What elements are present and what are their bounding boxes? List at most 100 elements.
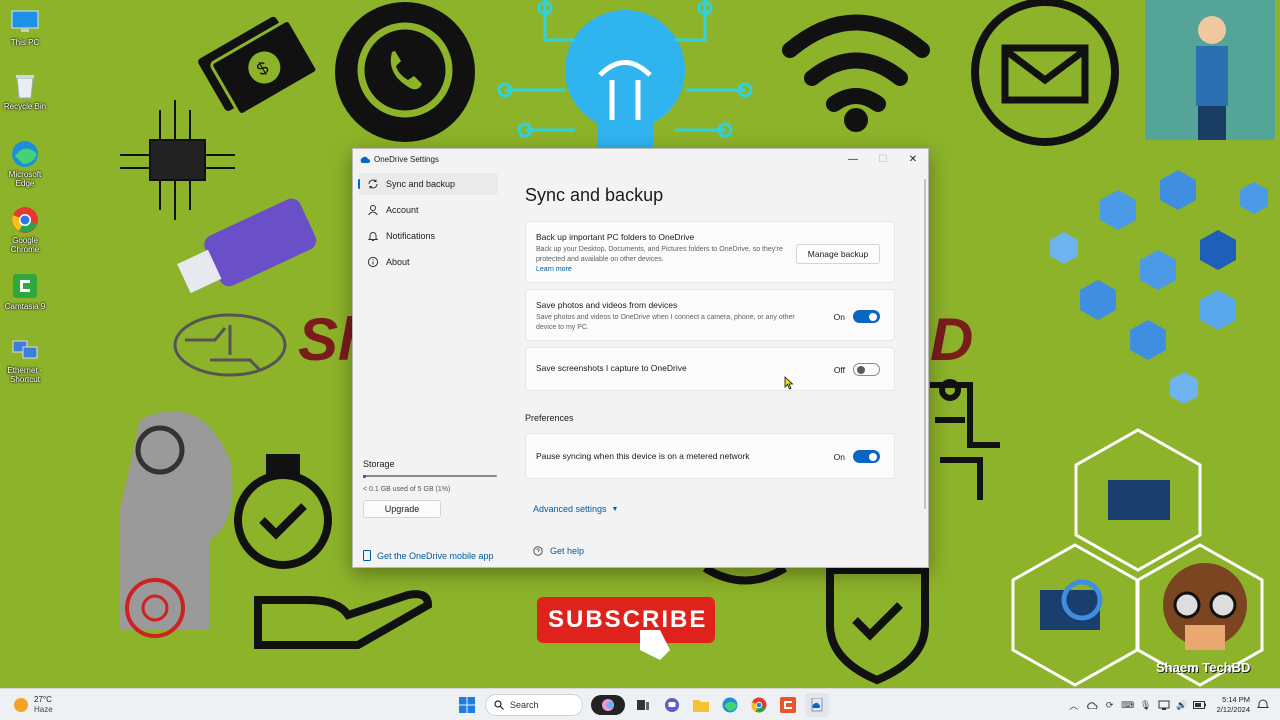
taskbar-search-box[interactable]: Search [485, 694, 583, 716]
get-help-label: Get help [550, 546, 585, 556]
photos-description: Save photos and videos to OneDrive when … [536, 314, 795, 331]
shield-check-icon [826, 566, 929, 685]
network-icon[interactable] [1157, 698, 1171, 712]
chevron-up-icon[interactable]: ︿ [1067, 698, 1081, 712]
chrome-taskbar-button[interactable] [747, 693, 771, 717]
recycle-bin-icon [10, 72, 40, 100]
get-help-link[interactable]: Get help [533, 546, 584, 556]
backup-description: Back up your Desktop, Documents, and Pic… [536, 246, 783, 263]
desktop-icon-this-pc[interactable]: This PC [2, 8, 48, 47]
photos-toggle-group: On [834, 310, 880, 323]
edge-taskbar-button[interactable] [718, 693, 742, 717]
clock-time: 5:14 PM [1222, 695, 1250, 704]
photos-toggle[interactable] [853, 310, 880, 323]
desktop-icon-label: Camtasia 9 [4, 302, 46, 311]
edge-icon [10, 140, 40, 168]
desktop-icon-label: Ethernet - Shortcut [7, 366, 43, 384]
edge-icon [722, 697, 737, 713]
sidebar-item-account[interactable]: Account [358, 199, 498, 221]
weather-widget[interactable]: 27°C Haze [14, 695, 53, 715]
info-icon [367, 256, 379, 268]
hand-icon [254, 590, 433, 649]
desktop-icon-recycle-bin[interactable]: Recycle Bin [2, 72, 48, 111]
taskbar-clock[interactable]: 5:14 PM 2/12/2024 [1217, 695, 1250, 715]
desktop-icon-edge[interactable]: Microsoft Edge [2, 140, 48, 188]
metered-toggle-state: On [833, 451, 845, 462]
photos-heading: Save photos and videos from devices [536, 300, 678, 310]
desktop-icon-label: Recycle Bin [3, 102, 47, 111]
close-button[interactable]: ✕ [898, 149, 928, 169]
metered-toggle[interactable] [853, 450, 880, 463]
vr-person-image [1145, 0, 1275, 140]
sidebar-item-notifications[interactable]: Notifications [358, 225, 498, 247]
file-explorer-button[interactable] [689, 693, 713, 717]
minimize-button[interactable]: — [838, 149, 868, 169]
keyboard-icon[interactable]: ⌨ [1121, 698, 1135, 712]
storage-title: Storage [363, 459, 395, 469]
brain-icon [173, 313, 287, 377]
desktop-icon-ethernet[interactable]: Ethernet - Shortcut [2, 336, 48, 384]
monitor-icon [10, 8, 40, 36]
sidebar-item-sync-and-backup[interactable]: Sync and backup [358, 173, 498, 195]
mouse-cursor-icon [784, 376, 794, 390]
storage-section: Storage < 0.1 GB used of 5 GB (1%) Upgra… [363, 459, 497, 518]
money-icon: $ [198, 16, 319, 117]
sidebar-item-label: Sync and backup [386, 179, 456, 189]
desktop-icon-chrome[interactable]: Google Chrome [2, 206, 48, 254]
advanced-settings-link[interactable]: Advanced settings ▼ [533, 504, 618, 514]
sidebar-item-about[interactable]: About [358, 251, 498, 273]
teams-chat-icon [664, 698, 679, 712]
task-view-button[interactable] [631, 693, 655, 717]
sync-icon [368, 179, 378, 189]
sidebar-item-label: Account [386, 205, 419, 215]
scrollbar[interactable] [924, 179, 926, 509]
screenshots-heading: Save screenshots I capture to OneDrive [536, 363, 687, 373]
storage-used-text: < 0.1 GB used of 5 GB (1%) [363, 486, 451, 493]
storage-bar-fill [363, 474, 366, 478]
window-title: OneDrive Settings [374, 154, 439, 164]
metered-heading: Pause syncing when this device is on a m… [536, 451, 750, 461]
sync-tray-icon[interactable]: ⟳ [1103, 698, 1117, 712]
network-icon [10, 336, 40, 364]
chevron-down-icon: ▼ [611, 505, 619, 513]
microphone-icon[interactable]: 🎙 [1139, 698, 1153, 712]
onedrive-tray-icon[interactable] [1085, 698, 1099, 712]
screenshots-card: Save screenshots I capture to OneDrive O… [525, 347, 895, 391]
camtasia-icon [10, 272, 40, 300]
manage-backup-button[interactable]: Manage backup [796, 244, 880, 264]
desktop-icon-label: Microsoft Edge [8, 170, 42, 188]
robot-image [120, 411, 233, 638]
desktop-icon-label: This PC [10, 38, 40, 47]
onedrive-taskbar-button[interactable] [804, 693, 829, 717]
volume-icon[interactable]: 🔊 [1175, 698, 1189, 712]
desktop-icon-camtasia[interactable]: Camtasia 9 [2, 272, 48, 311]
chat-button[interactable] [660, 693, 684, 717]
camtasia-taskbar-button[interactable] [776, 693, 800, 717]
learn-more-link[interactable]: Learn more [536, 266, 884, 273]
bell-icon [367, 232, 379, 241]
screenshots-toggle-state: Off [833, 364, 845, 375]
upgrade-button[interactable]: Upgrade [363, 500, 441, 518]
folder-icon [692, 700, 709, 712]
battery-icon[interactable] [1193, 698, 1207, 712]
start-button[interactable] [455, 693, 479, 717]
onedrive-cloud-icon [360, 156, 370, 163]
chrome-icon [10, 206, 40, 234]
clock-date: 2/12/2024 [1216, 705, 1250, 714]
toggle-knob [869, 452, 877, 461]
onedrive-settings-icon [811, 698, 822, 712]
onedrive-settings-window: OneDrive Settings — ☐ ✕ Sync and backup … [352, 148, 929, 568]
screenshots-toggle[interactable] [853, 363, 880, 376]
main-content: Sync and backup Back up important PC fol… [525, 169, 897, 567]
weather-temp: 27°C [34, 695, 52, 704]
weather-condition: Haze [34, 705, 53, 714]
circuit-icon [930, 379, 1000, 500]
copilot-button[interactable] [590, 693, 626, 717]
title-bar[interactable]: OneDrive Settings — ☐ ✕ [353, 149, 928, 169]
photos-card: Save photos and videos from devices Save… [525, 289, 895, 341]
notification-center-icon[interactable] [1256, 698, 1270, 712]
advanced-settings-label: Advanced settings [533, 504, 607, 514]
mobile-app-link[interactable]: Get the OneDrive mobile app [363, 550, 494, 561]
storage-bar [363, 474, 497, 478]
maximize-button[interactable]: ☐ [868, 149, 898, 169]
